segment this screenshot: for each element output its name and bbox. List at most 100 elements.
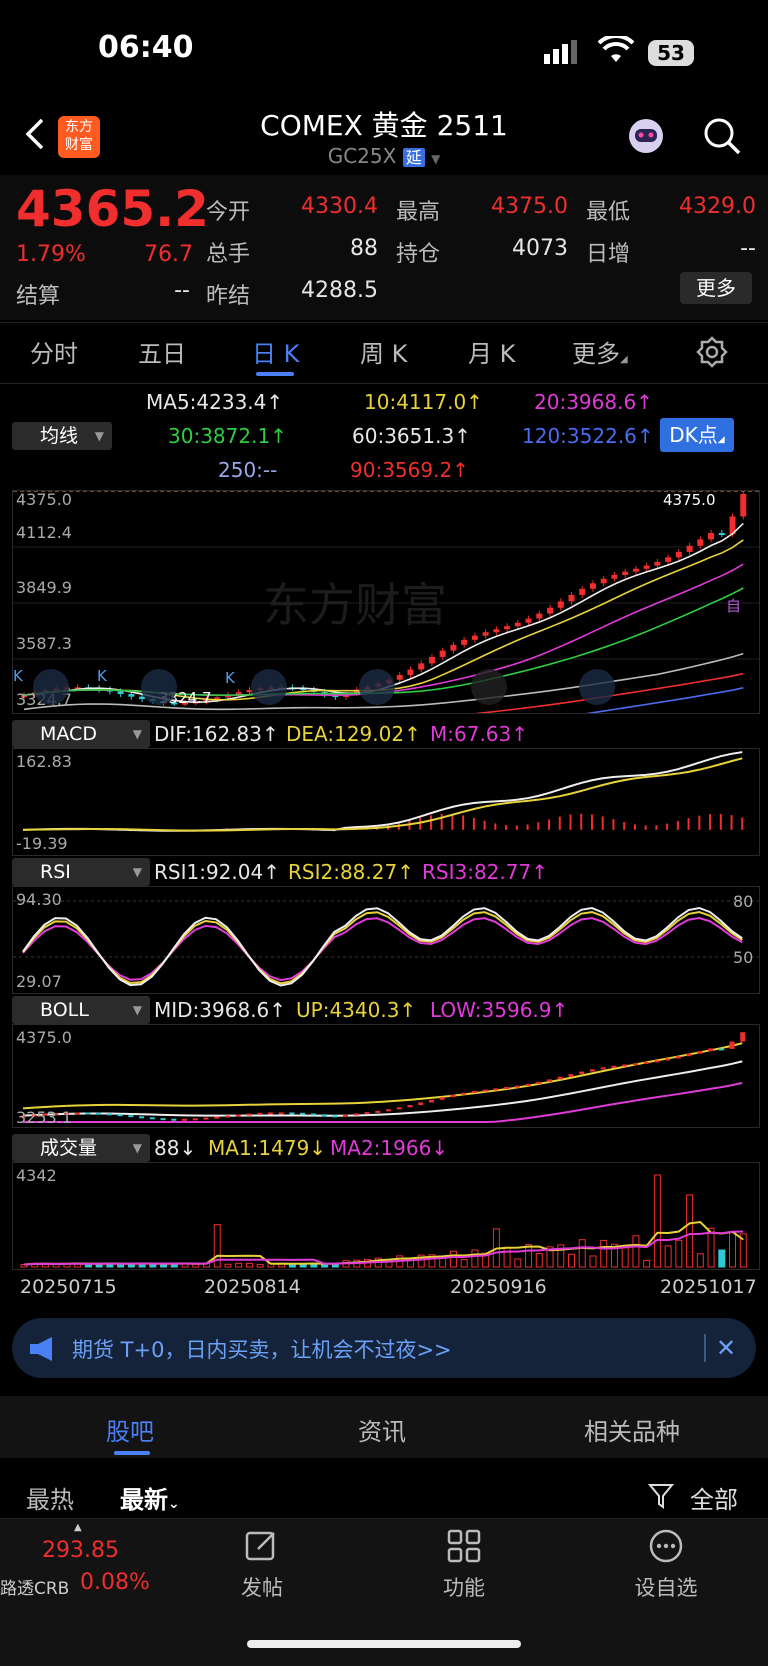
settings-gear-icon[interactable] — [696, 336, 728, 372]
ma250-legend: 250:-- — [218, 458, 278, 482]
rsi1-value: RSI1:92.04↑ — [154, 860, 280, 884]
volume-bar — [525, 1244, 533, 1268]
tab-weekly-k[interactable]: 周 K — [360, 334, 407, 369]
filter-all[interactable]: 全部 — [690, 1480, 738, 1515]
candle-body — [600, 578, 607, 584]
candle-body — [396, 675, 403, 680]
sort-latest[interactable]: 最新⌄ — [120, 1480, 180, 1515]
candle-body — [461, 639, 468, 645]
contract-code: GC25X — [327, 144, 397, 168]
crb-name: 路透CRB — [0, 1579, 70, 1599]
filter-icon[interactable] — [647, 1482, 676, 1514]
zoom-in-button[interactable] — [251, 669, 287, 705]
boll-up: UP:4340.3↑ — [296, 998, 417, 1022]
kline-chart[interactable]: 东方财富 4375.0 4112.4 3849.9 3587.3 3324.7 … — [12, 490, 760, 739]
high-label: 最高 — [396, 200, 441, 225]
dk-point-button[interactable]: DK点◢ — [660, 418, 734, 452]
zoom-out-button[interactable] — [141, 669, 177, 705]
more-quote-button[interactable]: 更多 — [680, 272, 752, 304]
dropdown-icon: ▼ — [94, 429, 104, 443]
oi-value: 4073 — [512, 236, 568, 261]
volume-selector[interactable]: 成交量 ▼ — [12, 1134, 150, 1162]
nav-add-watchlist[interactable]: 设自选 — [606, 1572, 726, 1602]
boll-candle — [171, 1118, 177, 1121]
tab-intraday[interactable]: 分时 — [30, 334, 78, 369]
more-dots-icon[interactable] — [648, 1528, 684, 1568]
home-indicator — [247, 1640, 521, 1648]
candle-body — [493, 629, 500, 633]
tab-more[interactable]: 更多◢ — [572, 334, 628, 369]
prev-settle-value: 4288.5 — [301, 278, 378, 303]
post-icon[interactable] — [244, 1528, 280, 1568]
sort-hot[interactable]: 最热 — [26, 1480, 74, 1515]
boll-candle — [482, 1089, 488, 1092]
candle-body — [557, 601, 564, 608]
boll-selector[interactable]: BOLL ▼ — [12, 996, 150, 1024]
close-icon[interactable]: ✕ — [716, 1334, 736, 1362]
volume-ma2: MA2:1966↓ — [330, 1136, 449, 1160]
ma-selector-label: 均线 — [40, 425, 79, 447]
nav-function[interactable]: 功能 — [404, 1572, 524, 1602]
boll-candle — [117, 1114, 123, 1117]
boll-candle — [643, 1061, 649, 1064]
volume-bar — [460, 1259, 468, 1268]
boll-candle — [622, 1064, 628, 1067]
tab-daily-k[interactable]: 日 K — [252, 334, 299, 369]
delay-badge: 延 — [402, 148, 425, 167]
robot-assistant-icon[interactable] — [624, 114, 668, 162]
volume-bar — [621, 1247, 629, 1268]
scroll-right-button[interactable] — [471, 669, 507, 705]
macd-chart: 162.83 -19.39 — [12, 748, 760, 856]
rsi-selector[interactable]: RSI ▼ — [12, 858, 150, 886]
boll-candle — [246, 1113, 252, 1116]
candle-body — [740, 493, 747, 517]
scroll-left-button[interactable] — [359, 669, 395, 705]
boll-candle — [536, 1081, 542, 1084]
up-arrow-icon: ▲ — [74, 1522, 82, 1533]
boll-candle — [364, 1112, 370, 1115]
boll-candles — [21, 1032, 746, 1121]
candle-body — [579, 588, 586, 595]
tab-monthly-k[interactable]: 月 K — [468, 334, 515, 369]
boll-candle — [740, 1032, 746, 1042]
tick-label: 4342 — [16, 1166, 57, 1185]
rsi-selector-label: RSI — [40, 861, 71, 883]
dk-point-label: DK点 — [669, 423, 718, 447]
fullscreen-button[interactable] — [579, 669, 615, 705]
boll-candle — [600, 1067, 606, 1070]
volume-bar — [664, 1245, 672, 1268]
nav-post[interactable]: 发帖 — [202, 1572, 322, 1602]
search-icon[interactable] — [702, 116, 742, 160]
tick-label: 4375.0 — [16, 1028, 72, 1047]
tab-news[interactable]: 资讯 — [358, 1412, 406, 1447]
crb-widget[interactable]: ▲ 293.85 路透CRB 0.08% — [0, 1522, 160, 1602]
function-grid-icon[interactable] — [446, 1528, 482, 1568]
rsi-chart: 94.30 29.07 80 50 — [12, 886, 760, 994]
tab-five-day[interactable]: 五日 — [138, 334, 186, 369]
boll-candle — [493, 1088, 499, 1091]
candle-body — [428, 656, 435, 664]
dropdown-icon: ▼ — [132, 1003, 142, 1017]
tab-related[interactable]: 相关品种 — [584, 1412, 680, 1447]
macd-dea: DEA:129.02↑ — [286, 722, 421, 746]
tick-label: 4375.0 — [16, 491, 72, 509]
tick-label: 3253.1 — [16, 1108, 72, 1127]
candle-body — [718, 533, 725, 536]
volume-bar — [235, 1262, 243, 1268]
tab-forum[interactable]: 股吧 — [106, 1412, 154, 1447]
boll-candle — [471, 1090, 477, 1093]
boll-low: LOW:3596.9↑ — [430, 998, 569, 1022]
macd-selector[interactable]: MACD ▼ — [12, 720, 150, 748]
volume-bar — [718, 1249, 726, 1268]
volume-selector-label: 成交量 — [40, 1137, 98, 1159]
signal-icon — [544, 40, 580, 70]
candle-body — [117, 691, 124, 695]
boll-candle — [611, 1065, 617, 1068]
candle-body — [665, 557, 672, 562]
scroll-left-fast-button[interactable] — [33, 669, 69, 705]
boll-candle — [214, 1116, 220, 1119]
ma-selector[interactable]: 均线 ▼ — [12, 422, 112, 450]
boll-candle — [289, 1112, 295, 1115]
volume-bar — [653, 1174, 661, 1268]
date-label: 20250715 — [20, 1276, 117, 1298]
